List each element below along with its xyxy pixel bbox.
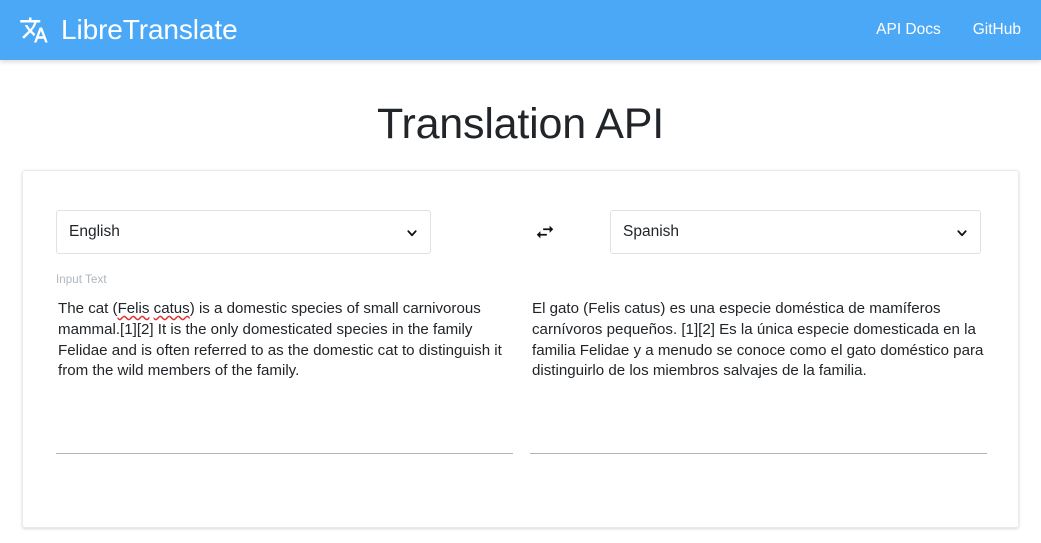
brand-link[interactable]: LibreTranslate [19, 15, 238, 45]
target-text-pane: Translated Text El gato (Felis catus) es… [530, 275, 987, 454]
nav-links: API Docs GitHub [876, 21, 1021, 39]
language-selector-row: English Spanish [23, 210, 1018, 254]
source-text-pane: Input Text The cat (Felis catus) is a do… [56, 274, 513, 454]
nav-link-github[interactable]: GitHub [973, 21, 1021, 39]
source-text-misspelled-felis: Felis [117, 300, 150, 317]
source-text-misspelled-catus: catus [153, 300, 190, 317]
swap-horizontal-icon [534, 221, 556, 243]
source-language-select[interactable]: English [56, 210, 431, 254]
translator-card-body: English Spanish Input Text The cat (Feli… [23, 171, 1018, 527]
brand-label: LibreTranslate [61, 14, 238, 45]
input-text-label: Input Text [56, 274, 107, 286]
nav-link-api-docs[interactable]: API Docs [876, 21, 941, 39]
translate-icon [19, 15, 49, 45]
top-navbar: LibreTranslate API Docs GitHub [0, 0, 1041, 60]
swap-languages-button[interactable] [521, 210, 569, 254]
page-title: Translation API [377, 100, 664, 148]
source-textarea[interactable]: The cat (Felis catus) is a domestic spec… [56, 299, 513, 454]
source-text-segment: The cat ( [58, 300, 118, 317]
translator-card: English Spanish Input Text The cat (Feli… [22, 170, 1019, 528]
source-language-select-wrapper: English [56, 210, 431, 254]
target-textarea[interactable]: El gato (Felis catus) es una especie dom… [530, 299, 987, 454]
target-language-select-wrapper: Spanish [610, 210, 981, 254]
target-language-select[interactable]: Spanish [610, 210, 981, 254]
text-panes: Input Text The cat (Felis catus) is a do… [23, 274, 1018, 527]
